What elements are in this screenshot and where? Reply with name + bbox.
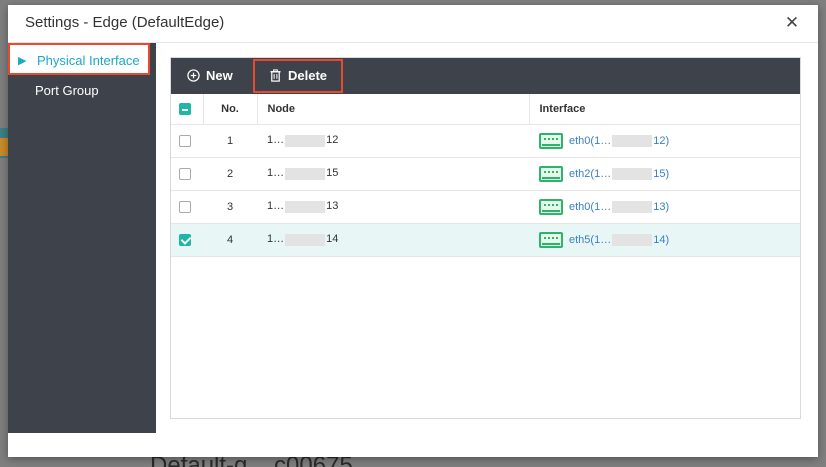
select-all-cell	[171, 94, 204, 125]
redaction-mask	[285, 233, 326, 246]
new-button[interactable]: New	[187, 58, 233, 94]
row-number: 1	[203, 124, 257, 158]
interface-suffix: 13)	[653, 200, 670, 213]
interface-prefix: eth0(1…	[569, 200, 612, 213]
sidebar-item-label: Port Group	[35, 83, 99, 98]
redaction-mask	[612, 200, 653, 213]
node-suffix: 13	[326, 200, 339, 213]
sidebar-item-physical-interface[interactable]: ▶ Physical Interface	[8, 43, 150, 75]
table-header-row: No. Node Interface	[171, 94, 800, 125]
ethernet-port-icon	[539, 198, 563, 215]
column-header-no[interactable]: No.	[203, 94, 258, 125]
sidebar-item-port-group[interactable]: Port Group	[8, 75, 156, 107]
interface-prefix: eth0(1…	[569, 134, 612, 147]
redaction-mask	[285, 134, 326, 147]
row-number: 2	[203, 157, 257, 191]
node-suffix: 15	[326, 167, 339, 180]
node-prefix: 1…	[267, 167, 285, 180]
redaction-mask	[612, 167, 653, 180]
column-header-interface[interactable]: Interface	[529, 94, 800, 125]
interface-suffix: 14)	[653, 233, 670, 246]
interface-suffix: 15)	[653, 167, 670, 180]
background-shape	[0, 138, 8, 156]
redaction-mask	[285, 200, 326, 213]
node-cell: 1… 13	[257, 190, 529, 224]
redaction-mask	[612, 233, 653, 246]
interface-cell: eth2(1… 15)	[529, 157, 800, 191]
table-row[interactable]: 4 1… 14 eth5(1… 14)	[171, 223, 800, 257]
node-suffix: 12	[326, 134, 339, 147]
sidebar-item-label: Physical Interface	[37, 53, 140, 68]
node-cell: 1… 12	[257, 124, 529, 158]
sidebar: ▶ Physical Interface Port Group	[8, 43, 156, 433]
row-checkbox-cell	[171, 157, 203, 191]
ethernet-port-icon	[539, 165, 563, 182]
delete-button[interactable]: Delete	[253, 59, 344, 93]
node-prefix: 1…	[267, 200, 285, 213]
row-number: 3	[203, 190, 257, 224]
node-suffix: 14	[326, 233, 339, 246]
table-row[interactable]: 3 1… 13 eth0(1… 13)	[171, 190, 800, 224]
table-row[interactable]: 1 1… 12 eth0(1… 12)	[171, 124, 800, 158]
node-prefix: 1…	[267, 233, 285, 246]
plus-circle-icon	[187, 69, 200, 82]
new-button-label: New	[206, 68, 233, 83]
interface-table: No. Node Interface 1 1… 12 eth0(1… 12) 2 1…	[171, 94, 800, 257]
row-number: 4	[203, 223, 257, 257]
settings-dialog: Settings - Edge (DefaultEdge) ✕ ▶ Physic…	[8, 5, 818, 457]
node-cell: 1… 14	[257, 223, 529, 257]
interface-cell: eth0(1… 13)	[529, 190, 800, 224]
row-checkbox-cell	[171, 223, 203, 257]
ethernet-port-icon	[539, 231, 563, 248]
trash-icon	[270, 69, 281, 82]
row-checkbox-cell	[171, 190, 203, 224]
row-checkbox[interactable]	[179, 233, 191, 246]
row-checkbox[interactable]	[179, 134, 191, 147]
caret-right-icon: ▶	[18, 55, 27, 67]
column-header-node[interactable]: Node	[257, 94, 530, 125]
interface-prefix: eth2(1…	[569, 167, 612, 180]
table-row[interactable]: 2 1… 15 eth2(1… 15)	[171, 157, 800, 191]
ethernet-port-icon	[539, 132, 563, 149]
dialog-title: Settings - Edge (DefaultEdge)	[25, 14, 225, 31]
row-checkbox[interactable]	[179, 200, 191, 213]
redaction-mask	[285, 167, 326, 180]
select-all-checkbox[interactable]	[179, 102, 191, 115]
row-checkbox-cell	[171, 124, 203, 158]
interface-cell: eth0(1… 12)	[529, 124, 800, 158]
interface-prefix: eth5(1…	[569, 233, 612, 246]
close-icon[interactable]: ✕	[784, 14, 800, 32]
node-cell: 1… 15	[257, 157, 529, 191]
redaction-mask	[612, 134, 653, 147]
interface-panel: New Delete No. Node Interface 1 1… 12 et…	[170, 57, 801, 419]
toolbar: New Delete	[171, 58, 800, 94]
interface-cell: eth5(1… 14)	[529, 223, 800, 257]
delete-button-label: Delete	[288, 68, 328, 83]
node-prefix: 1…	[267, 134, 285, 147]
dialog-header: Settings - Edge (DefaultEdge) ✕	[8, 5, 818, 43]
interface-suffix: 12)	[653, 134, 670, 147]
row-checkbox[interactable]	[179, 167, 191, 180]
